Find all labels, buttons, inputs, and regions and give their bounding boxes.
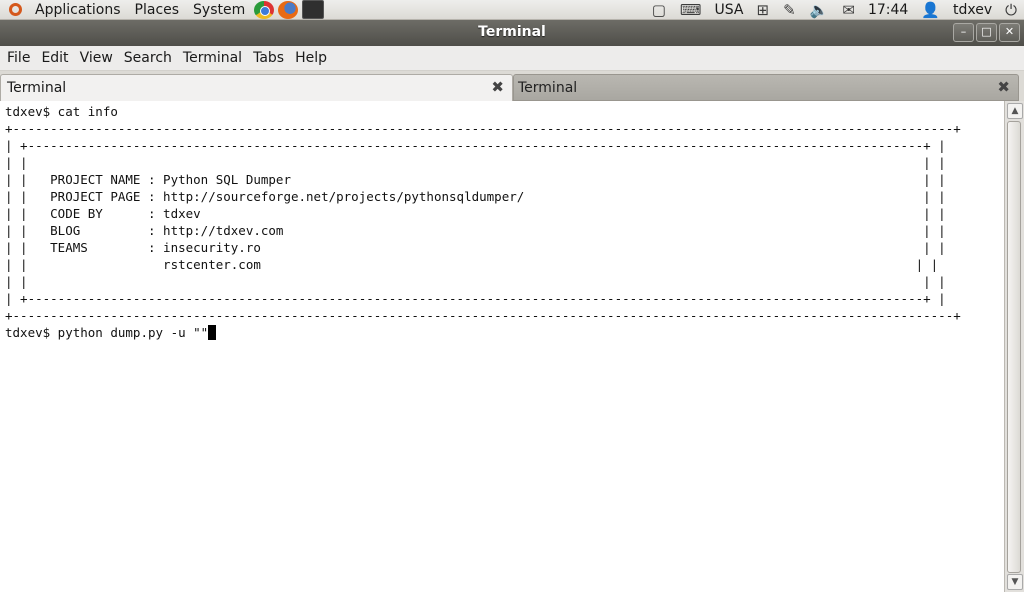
chrome-launcher-icon[interactable] [254, 0, 275, 19]
firefox-launcher-icon[interactable] [278, 0, 299, 19]
close-button[interactable]: ✕ [999, 23, 1020, 42]
terminal-line: tdxev$ cat info [5, 104, 118, 119]
tab-label: Terminal [7, 80, 67, 96]
terminal-line: | | rstcenter.com | | [5, 257, 939, 272]
scrollbar-thumb[interactable] [1007, 121, 1021, 573]
applications-menu-label: Applications [35, 1, 121, 18]
terminal-output[interactable]: tdxev$ cat info +-----------------------… [0, 101, 1004, 592]
keyboard-layout-label[interactable]: USA [715, 2, 744, 18]
places-menu-label: Places [134, 1, 180, 18]
user-icon: 👤 [921, 0, 940, 19]
menu-search[interactable]: Search [120, 50, 176, 66]
terminal-line: | | | | [5, 155, 946, 170]
terminal-line: | +-------------------------------------… [5, 138, 946, 153]
user-name[interactable]: tdxev [953, 2, 992, 18]
terminal-line: | | BLOG : http://tdxev.com | | [5, 223, 946, 238]
window-title: Terminal [478, 24, 546, 40]
system-menu-label: System [193, 1, 246, 18]
menu-bar: File Edit View Search Terminal Tabs Help [0, 46, 1024, 71]
scroll-down-icon[interactable]: ▼ [1007, 574, 1023, 590]
terminal-line: | | | | [5, 274, 946, 289]
system-menu[interactable]: System [186, 0, 252, 19]
tab-bar: Terminal ✖ Terminal ✖ [0, 71, 1024, 102]
terminal-prompt-line[interactable]: tdxev$ python dump.py -u "" [5, 324, 1004, 341]
power-icon[interactable]: ⏻ [1005, 1, 1017, 19]
scroll-up-icon[interactable]: ▲ [1007, 103, 1023, 119]
ubuntu-logo-icon [6, 1, 26, 18]
tab-close-icon[interactable]: ✖ [997, 78, 1010, 96]
terminal-line: | | TEAMS : insecurity.ro | | [5, 240, 946, 255]
keyboard-icon[interactable]: ⌨ [680, 1, 702, 19]
volume-icon[interactable]: 🔈 [810, 1, 829, 19]
terminal-line: +---------------------------------------… [5, 308, 961, 323]
vertical-scrollbar[interactable]: ▲ ▼ [1004, 101, 1024, 592]
terminal-launcher-icon[interactable] [302, 0, 325, 19]
minimize-button[interactable]: – [953, 23, 974, 42]
menu-file[interactable]: File [3, 50, 34, 66]
top-panel: Applications Places System ▢ ⌨ USA ⊞ ✎ 🔈… [0, 0, 1024, 20]
text-cursor [208, 325, 217, 340]
tab-close-icon[interactable]: ✖ [491, 78, 504, 96]
tab-terminal-2[interactable]: Terminal ✖ [513, 74, 1019, 101]
terminal-line: | | CODE BY : tdxev | | [5, 206, 946, 221]
pen-icon[interactable]: ✎ [783, 1, 796, 19]
terminal-line: | | PROJECT NAME : Python SQL Dumper | | [5, 172, 946, 187]
tab-terminal-1[interactable]: Terminal ✖ [0, 74, 513, 101]
window-titlebar[interactable]: Terminal – □ ✕ [0, 20, 1024, 46]
menu-tabs[interactable]: Tabs [249, 50, 288, 66]
mail-icon[interactable]: ✉ [842, 1, 855, 19]
maximize-button[interactable]: □ [976, 23, 997, 42]
menu-edit[interactable]: Edit [37, 50, 72, 66]
window-icon[interactable]: ▢ [652, 1, 666, 19]
terminal-line: +---------------------------------------… [5, 121, 961, 136]
terminal-line: | | PROJECT PAGE : http://sourceforge.ne… [5, 189, 946, 204]
system-tray: ▢ ⌨ USA ⊞ ✎ 🔈 ✉ 17:44 👤 tdxev ⏻ [645, 0, 1024, 19]
menu-terminal[interactable]: Terminal [179, 50, 246, 66]
places-menu[interactable]: Places [128, 0, 187, 19]
applications-menu[interactable]: Applications [0, 0, 128, 19]
menu-help[interactable]: Help [291, 50, 331, 66]
window-controls: – □ ✕ [951, 23, 1020, 42]
prompt-command: tdxev$ python dump.py -u "" [5, 325, 209, 340]
network-icon[interactable]: ⊞ [757, 1, 770, 19]
terminal-line: | +-------------------------------------… [5, 291, 946, 306]
tab-label: Terminal [518, 80, 578, 96]
menu-view[interactable]: View [76, 50, 117, 66]
clock[interactable]: 17:44 [868, 2, 908, 18]
